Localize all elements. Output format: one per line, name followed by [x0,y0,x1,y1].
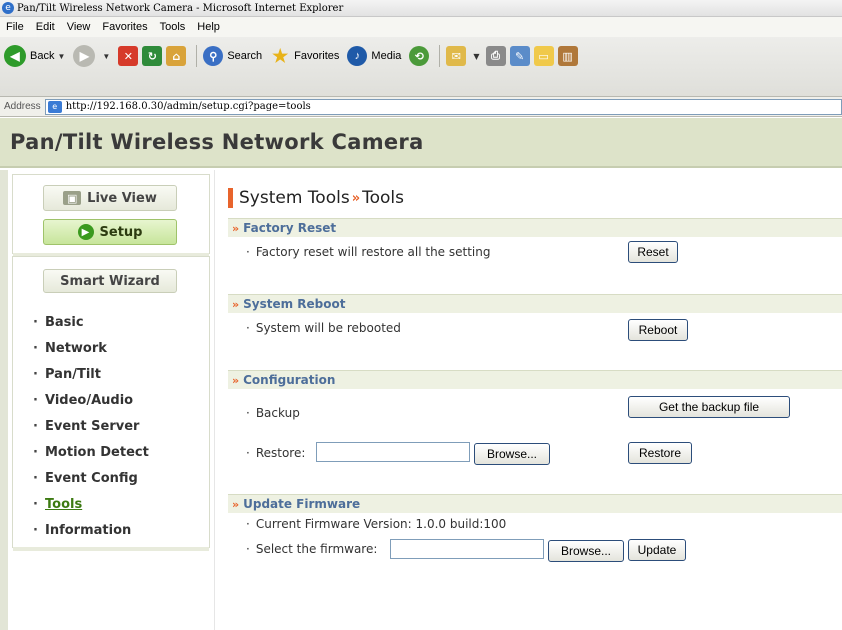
forward-button[interactable]: ▶ ▼ [73,45,110,67]
page-header: Pan/Tilt Wireless Network Camera [0,118,842,168]
reboot-button[interactable]: Reboot [628,319,688,341]
title-accent-bar [228,188,233,208]
page-title: Pan/Tilt Wireless Network Camera [10,130,424,154]
restore-row: · Restore: [246,446,306,460]
sidebar: ▣ Live View ▶ Setup Smart Wizard · Basic … [0,170,215,630]
backup-row: · Backup [246,406,300,420]
media-button[interactable]: ♪ Media [347,46,401,66]
get-backup-file-button[interactable]: Get the backup file [628,396,790,418]
nav-list: · Basic · Network · Pan/Tilt · Video/Audio ·… [33,309,149,543]
system-reboot-row: · System will be rebooted [246,321,401,335]
setup-nav: Smart Wizard · Basic · Network · Pan/Tilt ·… [12,256,210,551]
menu-bar: File Edit View Favorites Tools Help [0,17,842,37]
factory-reset-row: · Factory reset will restore all the set… [246,245,491,259]
firmware-file-input[interactable] [390,539,544,559]
sidebar-item-event-server[interactable]: · Event Server [33,413,149,439]
update-firmware-heading: » Update Firmware [228,494,842,513]
refresh-icon[interactable]: ↻ [142,46,163,66]
live-view-button[interactable]: ▣ Live View [43,185,177,211]
configuration-heading: » Configuration [228,370,842,389]
mail-icon[interactable]: ✉ [446,46,467,66]
menu-favorites[interactable]: Favorites [102,21,147,33]
double-chevron-icon: » [232,497,240,511]
back-arrow-icon: ◀ [4,45,26,67]
restore-browse-button[interactable]: Browse... [474,443,550,465]
address-input[interactable]: e http://192.168.0.30/admin/setup.cgi?pa… [44,98,842,115]
sidebar-item-network[interactable]: · Network [33,335,149,361]
chevron-down-icon[interactable]: ▼ [473,52,479,61]
browser-toolbar: ◀ Back ▼ ▶ ▼ ✕ ↻ ⌂ ⚲ Search ★ Favorites … [0,37,842,97]
restore-button[interactable]: Restore [628,442,692,464]
menu-file[interactable]: File [6,21,24,33]
smart-wizard-button[interactable]: Smart Wizard [43,269,177,293]
sidebar-item-tools[interactable]: · Tools [33,491,149,517]
system-reboot-heading: » System Reboot [228,294,842,313]
update-button[interactable]: Update [628,539,686,561]
search-button[interactable]: ⚲ Search [203,46,262,66]
view-switcher: ▣ Live View ▶ Setup [12,174,210,257]
home-icon[interactable]: ⌂ [166,46,187,66]
menu-edit[interactable]: Edit [36,21,55,33]
address-url: http://192.168.0.30/admin/setup.cgi?page… [65,101,311,112]
address-bar: Address e http://192.168.0.30/admin/setu… [0,97,842,117]
menu-help[interactable]: Help [197,21,220,33]
window-titlebar: e Pan/Tilt Wireless Network Camera - Mic… [0,0,842,17]
double-chevron-icon: » [232,297,240,311]
setup-icon: ▶ [77,224,94,240]
history-icon[interactable]: ⟲ [409,46,430,66]
address-label: Address [4,101,41,112]
forward-arrow-icon: ▶ [73,45,96,67]
sidebar-item-motion-detect[interactable]: · Motion Detect [33,439,149,465]
restore-file-input[interactable] [316,442,470,462]
section-title: System Tools » Tools [228,188,404,208]
menu-view[interactable]: View [67,21,91,33]
firmware-version-text: Current Firmware Version: 1.0.0 build:10… [255,517,507,531]
camera-icon: ▣ [63,191,82,205]
double-chevron-icon: » [232,373,240,387]
stop-icon[interactable]: ✕ [118,46,139,66]
block-shadow [13,547,209,551]
window-title: Pan/Tilt Wireless Network Camera - Micro… [17,2,344,14]
double-chevron-icon: » [232,221,240,235]
sidebar-item-information[interactable]: · Information [33,517,149,543]
toolbar-divider [196,45,198,67]
star-icon: ★ [272,45,289,66]
firmware-version-row: · Current Firmware Version: 1.0.0 build:… [246,517,507,531]
chevron-down-icon: ▼ [102,51,111,61]
ie-icon: e [2,2,14,14]
factory-reset-heading: » Factory Reset [228,218,842,237]
sidebar-item-pan-tilt[interactable]: · Pan/Tilt [33,361,149,387]
setup-button[interactable]: ▶ Setup [43,219,177,245]
research-icon[interactable]: ▥ [557,46,578,66]
toolbar-divider [439,45,441,67]
double-chevron-icon: » [351,190,361,206]
search-icon: ⚲ [203,46,224,66]
sidebar-item-event-config[interactable]: · Event Config [33,465,149,491]
media-icon: ♪ [347,46,368,66]
main-content: System Tools » Tools » Factory Reset · F… [216,170,842,630]
print-icon[interactable]: ⎙ [485,46,506,66]
firmware-browse-button[interactable]: Browse... [548,540,624,562]
page-icon: e [47,100,62,113]
reset-button[interactable]: Reset [628,241,678,263]
menu-tools[interactable]: Tools [160,21,186,33]
select-firmware-row: · Select the firmware: [246,542,378,556]
sidebar-item-video-audio[interactable]: · Video/Audio [33,387,149,413]
discuss-icon[interactable]: ▭ [533,46,554,66]
sidebar-item-basic[interactable]: · Basic [33,309,149,335]
chevron-down-icon: ▼ [57,51,66,61]
edit-icon[interactable]: ✎ [509,46,530,66]
favorites-button[interactable]: ★ Favorites [270,46,339,66]
back-button[interactable]: ◀ Back ▼ [4,45,65,67]
